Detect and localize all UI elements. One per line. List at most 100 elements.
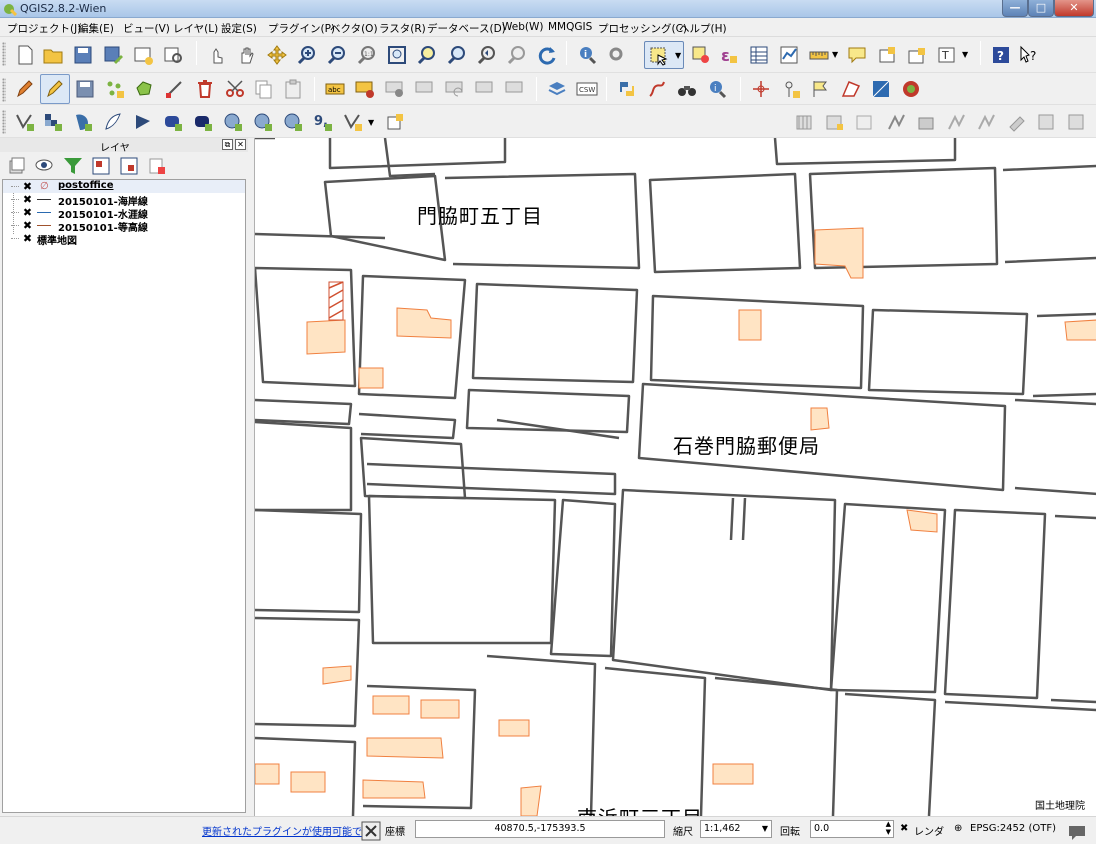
pan-map-icon[interactable] [236, 44, 258, 66]
map-canvas[interactable]: 門脇町五丁目 石巻門脇郵便局 南浜町三丁目 国土地理院 [254, 138, 1096, 816]
move-label-icon[interactable] [414, 78, 436, 100]
menu-mmqgis[interactable]: MMQGIS [548, 21, 592, 33]
minimize-button[interactable]: — [1002, 0, 1028, 17]
mouse-coordinate-toggle-icon[interactable] [360, 820, 381, 841]
new-spatialite-layer-icon[interactable] [384, 111, 406, 133]
add-delimited-text-layer-icon[interactable]: 9, [312, 111, 334, 133]
node-tool-icon[interactable] [164, 78, 186, 100]
processing-tool-icon-8[interactable] [1006, 111, 1028, 133]
menu-processing[interactable]: プロセッシング(C) [598, 21, 687, 36]
new-project-icon[interactable] [14, 44, 36, 66]
layer-visibility-checkbox[interactable]: ✖ [22, 220, 33, 231]
show-bookmarks-icon[interactable] [906, 44, 928, 66]
zoom-out-icon[interactable] [326, 44, 348, 66]
menu-view[interactable]: ビュー(V) [123, 21, 170, 36]
spin-arrows-icon[interactable]: ▲ ▼ [886, 820, 891, 836]
georeferencer-icon[interactable] [810, 78, 832, 100]
zoom-to-layer-icon[interactable] [446, 44, 468, 66]
save-as-icon[interactable] [102, 44, 124, 66]
paste-features-icon[interactable] [282, 78, 304, 100]
annotation-dropdown-chevron-icon[interactable]: ▼ [962, 50, 968, 59]
attribute-table-icon[interactable] [748, 44, 770, 66]
mmqgis-icon[interactable] [900, 78, 922, 100]
processing-tool-icon-9[interactable] [1036, 111, 1058, 133]
menu-database[interactable]: データベース(D) [427, 21, 506, 36]
add-csw-icon[interactable]: CSW [576, 78, 598, 100]
layer-item-standard-map[interactable]: ✖ 標準地図 [3, 232, 245, 247]
shortest-path-icon[interactable] [646, 78, 668, 100]
topology-checker-icon[interactable] [840, 78, 862, 100]
toggle-editing-button[interactable] [40, 74, 70, 104]
processing-tool-icon-3[interactable] [854, 111, 876, 133]
processing-tool-icon-4[interactable] [886, 111, 908, 133]
add-spatialite-layer-icon[interactable] [102, 111, 124, 133]
heatmap-icon[interactable] [870, 78, 892, 100]
layer-item-postoffice[interactable]: ✖ ∅ postoffice [3, 180, 245, 193]
add-wcs-layer-icon[interactable] [252, 111, 274, 133]
add-wms-layer-icon[interactable] [546, 78, 568, 100]
zoom-next-icon[interactable] [506, 44, 528, 66]
composer-manager-icon[interactable] [162, 44, 184, 66]
zoom-full-icon[interactable] [386, 44, 408, 66]
layer-item-waterline[interactable]: ✖ 20150101-水涯線 [3, 206, 245, 221]
open-project-icon[interactable] [42, 44, 64, 66]
zoom-actual-size-icon[interactable]: 1:1 [356, 44, 378, 66]
processing-tool-icon-2[interactable] [824, 111, 846, 133]
menu-layer[interactable]: レイヤ(L) [173, 21, 218, 36]
toolbar-grip-icon[interactable] [2, 42, 6, 66]
layer-item-coastline[interactable]: ✖ 20150101-海岸線 [3, 193, 245, 208]
coordinate-capture-icon[interactable] [750, 78, 772, 100]
identify-features-icon[interactable]: i [576, 44, 598, 66]
processing-tool-icon-1[interactable] [794, 111, 816, 133]
crs-icon[interactable]: ⊕ [954, 823, 962, 834]
new-print-composer-icon[interactable] [132, 44, 154, 66]
menu-raster[interactable]: ラスタ(R) [379, 21, 426, 36]
zoom-to-selection-icon[interactable] [416, 44, 438, 66]
delete-selected-icon[interactable] [194, 78, 216, 100]
toolbar-grip-icon[interactable] [2, 78, 6, 102]
new-shapefile-layer-icon[interactable] [342, 111, 364, 133]
refresh-icon[interactable] [536, 44, 558, 66]
maximize-button[interactable]: □ [1028, 0, 1054, 17]
statistical-summary-icon[interactable] [778, 44, 800, 66]
cut-features-icon[interactable] [224, 78, 246, 100]
label-properties-icon[interactable] [504, 78, 526, 100]
filter-legend-icon[interactable] [62, 155, 82, 174]
binoculars-icon[interactable] [676, 78, 698, 100]
pan-to-selection-icon[interactable] [266, 44, 288, 66]
whats-this-icon[interactable]: ? [1018, 44, 1040, 66]
menu-web[interactable]: Web(W) [502, 21, 543, 33]
crs-status[interactable]: EPSG:2452 (OTF) [970, 823, 1056, 834]
float-panel-icon[interactable]: ⧉ [222, 139, 233, 150]
scale-dropdown-chevron-icon[interactable]: ▼ [762, 821, 768, 837]
processing-tool-icon-6[interactable] [946, 111, 968, 133]
chevron-down-icon[interactable]: ▼ [675, 51, 681, 60]
collapse-all-icon[interactable] [118, 155, 138, 175]
text-annotation-icon[interactable]: T [936, 44, 958, 66]
add-db2-layer-icon[interactable] [162, 111, 184, 133]
deselect-features-icon[interactable] [690, 44, 712, 66]
menu-plugins[interactable]: プラグイン(P) [268, 21, 335, 36]
render-checkbox[interactable]: ✖ [900, 823, 908, 834]
add-wms-wmts-layer-icon[interactable] [222, 111, 244, 133]
menu-settings[interactable]: 設定(S) [221, 21, 257, 36]
layer-visibility-checkbox[interactable]: ✖ [22, 181, 33, 192]
add-vector-layer-icon[interactable] [14, 111, 36, 133]
identify-search-icon[interactable]: i [706, 78, 728, 100]
add-group-icon[interactable] [6, 155, 25, 174]
processing-tool-icon-5[interactable] [916, 111, 938, 133]
change-label-icon[interactable] [474, 78, 496, 100]
scale-combobox[interactable]: 1:1,462 ▼ [700, 820, 772, 838]
toolbar-grip-icon[interactable] [2, 110, 6, 134]
menu-edit[interactable]: 編集(E) [78, 21, 114, 36]
menu-help[interactable]: ヘルプ(H) [679, 21, 727, 36]
map-tips-icon[interactable] [846, 44, 868, 66]
rotation-spinbox[interactable]: 0.0 ▲ ▼ [810, 820, 894, 838]
manage-visibility-icon[interactable] [34, 155, 53, 173]
layer-visibility-checkbox[interactable]: ✖ [22, 233, 33, 244]
zoom-in-icon[interactable] [296, 44, 318, 66]
move-feature-icon[interactable] [134, 78, 156, 100]
new-bookmark-icon[interactable] [876, 44, 898, 66]
remove-layer-icon[interactable] [146, 155, 165, 174]
zoom-last-icon[interactable] [476, 44, 498, 66]
